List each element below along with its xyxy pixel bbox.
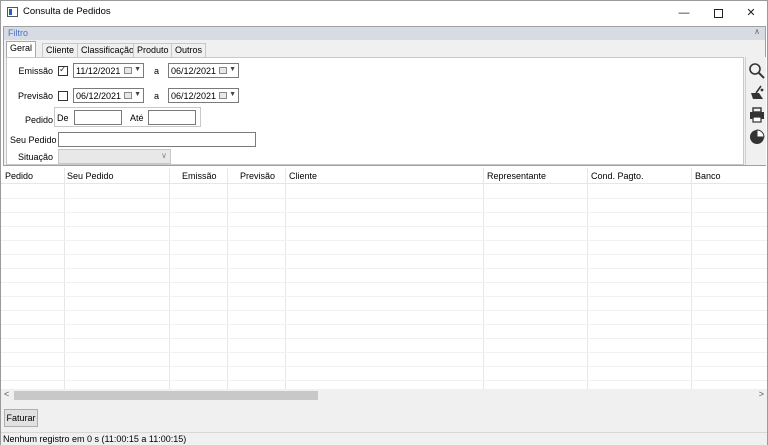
filter-title: Filtro xyxy=(8,28,28,38)
row-divider xyxy=(1,282,767,283)
scrollbar-thumb[interactable] xyxy=(14,391,318,400)
row-divider xyxy=(1,198,767,199)
column-header-cliente[interactable]: Cliente xyxy=(289,171,317,181)
filter-panel: Filtro ∧ Geral Cliente Classificação Pro… xyxy=(3,26,766,166)
pedido-from-label: De xyxy=(57,113,69,123)
column-header-emissao[interactable]: Emissão xyxy=(182,171,217,181)
column-divider xyxy=(227,168,228,389)
column-header-previsao[interactable]: Previsão xyxy=(240,171,275,181)
previsao-to-date[interactable]: 06/12/2021 ▼ xyxy=(168,88,239,103)
minimize-button[interactable]: — xyxy=(667,1,701,25)
emissao-to-value: 06/12/2021 xyxy=(171,66,217,76)
pedido-range-group: De Até xyxy=(54,107,201,127)
chevron-down-icon: ∨ xyxy=(161,151,167,160)
previsao-from-date[interactable]: 06/12/2021 ▼ xyxy=(73,88,144,103)
faturar-button[interactable]: Faturar xyxy=(4,409,38,427)
emissao-from-date[interactable]: 11/12/2021 ▼ xyxy=(73,63,144,78)
emissao-label: Emissão xyxy=(18,66,53,76)
row-divider xyxy=(1,268,767,269)
column-divider xyxy=(691,168,692,389)
search-icon xyxy=(749,63,765,79)
calendar-icon xyxy=(124,67,132,74)
calendar-icon xyxy=(219,92,227,99)
emissao-checkbox[interactable] xyxy=(58,64,68,76)
column-header-banco[interactable]: Banco xyxy=(695,171,721,181)
window-title: Consulta de Pedidos xyxy=(23,6,111,17)
print-button[interactable] xyxy=(747,105,767,125)
orders-grid[interactable]: Pedido Seu Pedido Emissão Previsão Clien… xyxy=(1,168,767,389)
row-divider xyxy=(1,380,767,381)
status-bar: Nenhum registro em 0 s (11:00:15 a 11:00… xyxy=(1,432,767,445)
emissao-range-separator: a xyxy=(154,66,160,76)
column-divider xyxy=(587,168,588,389)
row-divider xyxy=(1,240,767,241)
pedido-label: Pedido xyxy=(24,115,53,125)
window: Consulta de Pedidos — ✕ Filtro ∧ Geral C… xyxy=(0,0,768,445)
tab-classificacao[interactable]: Classificação xyxy=(77,43,139,57)
row-divider xyxy=(1,338,767,339)
clear-icon xyxy=(751,85,764,99)
column-header-representante[interactable]: Representante xyxy=(487,171,546,181)
row-divider xyxy=(1,324,767,325)
collapse-icon[interactable]: ∧ xyxy=(754,27,760,36)
column-header-cond-pagto[interactable]: Cond. Pagto. xyxy=(591,171,644,181)
emissao-from-value: 11/12/2021 xyxy=(76,66,121,76)
chevron-down-icon[interactable]: ▼ xyxy=(134,66,141,73)
column-divider xyxy=(285,168,286,389)
chevron-down-icon[interactable]: ▼ xyxy=(229,91,236,98)
pedido-from-input[interactable] xyxy=(74,110,122,125)
filter-toolbar xyxy=(745,57,766,165)
column-header-pedido[interactable]: Pedido xyxy=(5,171,33,181)
chart-icon xyxy=(750,129,765,144)
action-bar: Faturar xyxy=(1,402,767,432)
row-divider xyxy=(1,352,767,353)
situacao-label: Situação xyxy=(17,152,53,162)
status-text: Nenhum registro em 0 s (11:00:15 a 11:00… xyxy=(3,434,187,444)
row-divider xyxy=(1,296,767,297)
app-icon xyxy=(7,7,18,17)
row-divider xyxy=(1,254,767,255)
column-divider xyxy=(483,168,484,389)
filter-header[interactable]: Filtro ∧ xyxy=(4,27,765,40)
previsao-range-separator: a xyxy=(154,91,160,101)
column-divider xyxy=(169,168,170,389)
row-divider xyxy=(1,366,767,367)
calendar-icon xyxy=(124,92,132,99)
tab-produto[interactable]: Produto xyxy=(133,43,173,57)
maximize-button[interactable] xyxy=(701,1,735,25)
search-button[interactable] xyxy=(747,61,767,81)
row-divider xyxy=(1,226,767,227)
tab-outros[interactable]: Outros xyxy=(171,43,207,57)
previsao-label: Previsão xyxy=(17,91,53,101)
print-icon xyxy=(750,107,764,123)
previsao-to-value: 06/12/2021 xyxy=(171,91,217,101)
row-divider xyxy=(1,310,767,311)
chevron-down-icon[interactable]: ▼ xyxy=(229,66,236,73)
tab-geral-content: Emissão 11/12/2021 ▼ a 06/12/2021 ▼ Prev… xyxy=(6,57,744,165)
title-bar: Consulta de Pedidos — ✕ xyxy=(1,1,767,25)
scroll-right-icon[interactable]: > xyxy=(759,389,764,399)
maximize-icon xyxy=(713,8,723,18)
horizontal-scrollbar[interactable]: < > xyxy=(1,389,767,402)
previsao-checkbox[interactable] xyxy=(58,91,68,101)
tab-cliente[interactable]: Cliente xyxy=(42,43,79,57)
column-header-seu-pedido[interactable]: Seu Pedido xyxy=(67,171,114,181)
clear-button[interactable] xyxy=(747,83,767,103)
close-button[interactable]: ✕ xyxy=(734,1,768,25)
tab-geral[interactable]: Geral xyxy=(6,41,37,57)
row-divider xyxy=(1,212,767,213)
emissao-to-date[interactable]: 06/12/2021 ▼ xyxy=(168,63,239,78)
chart-button[interactable] xyxy=(747,127,767,147)
pedido-to-input[interactable] xyxy=(148,110,196,125)
situacao-select[interactable]: ∨ xyxy=(58,149,171,164)
chevron-down-icon[interactable]: ▼ xyxy=(134,91,141,98)
previsao-from-value: 06/12/2021 xyxy=(76,91,122,101)
scroll-left-icon[interactable]: < xyxy=(4,389,9,399)
calendar-icon xyxy=(219,67,227,74)
grid-header: Pedido Seu Pedido Emissão Previsão Clien… xyxy=(1,168,767,184)
seu-pedido-input[interactable] xyxy=(58,132,256,147)
column-divider xyxy=(64,168,65,389)
seu-pedido-label: Seu Pedido xyxy=(10,135,57,145)
pedido-to-label: Até xyxy=(130,113,144,123)
